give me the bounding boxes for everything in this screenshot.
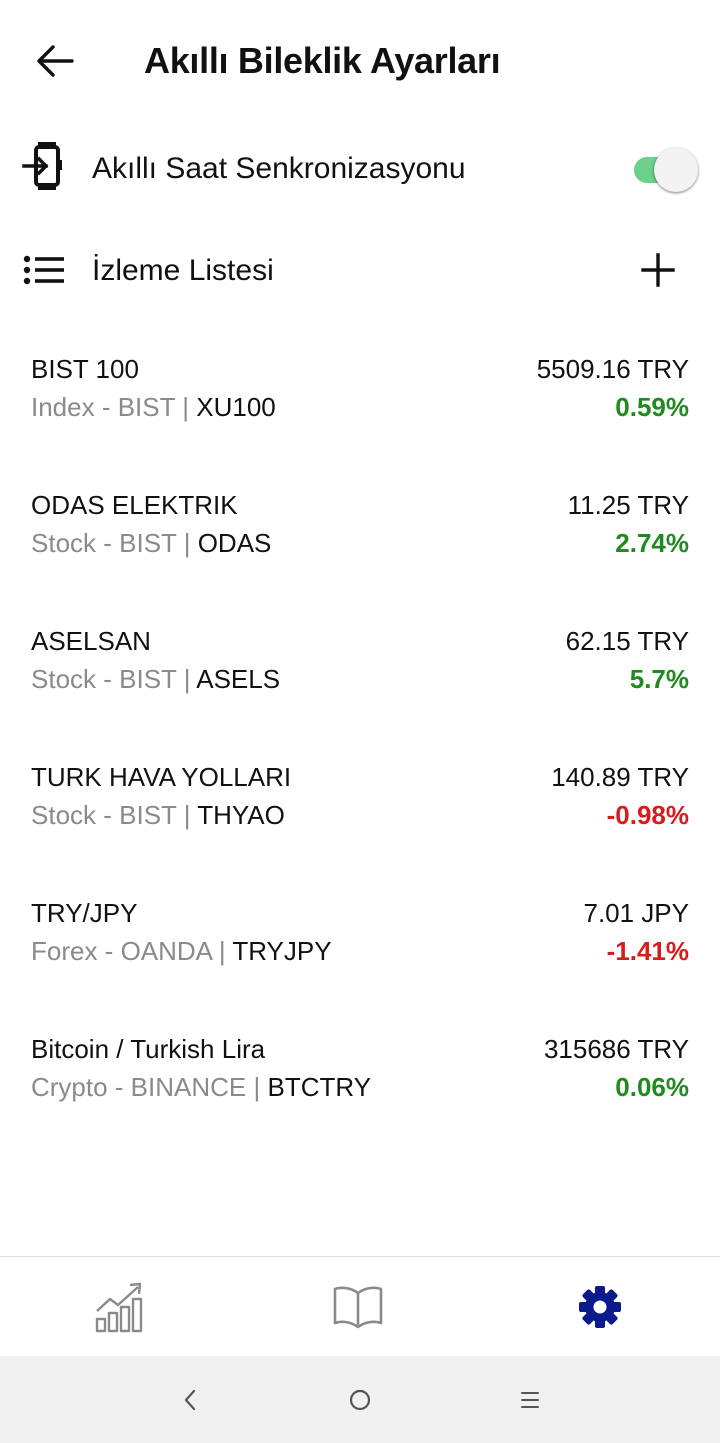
instrument-type: Forex - OANDA xyxy=(31,936,212,966)
list-item[interactable]: TURK HAVA YOLLARI Stock - BIST | THYAO 1… xyxy=(0,748,720,884)
instrument-name: Bitcoin / Turkish Lira xyxy=(31,1034,266,1064)
nav-guide-button[interactable] xyxy=(328,1277,388,1337)
system-back-button[interactable] xyxy=(168,1378,212,1422)
list-item[interactable]: Bitcoin / Turkish Lira Crypto - BINANCE … xyxy=(0,1020,720,1156)
watchlist: BIST 100 Index - BIST | XU100 5509.16 TR… xyxy=(0,340,720,1156)
instrument-symbol: ODAS xyxy=(197,528,272,558)
instrument-type: Crypto - BINANCE xyxy=(31,1072,247,1102)
instrument-symbol: THYAO xyxy=(197,800,285,830)
nav-markets-button[interactable] xyxy=(90,1277,150,1337)
meta-separator: | xyxy=(183,664,191,694)
home-icon xyxy=(349,1389,371,1411)
instrument-change: 0.06% xyxy=(615,1072,689,1102)
instrument-symbol: ASELS xyxy=(196,664,281,694)
instrument-symbol: BTCTRY xyxy=(267,1072,372,1102)
arrow-left-icon xyxy=(37,45,74,77)
instrument-type: Stock - BIST xyxy=(31,800,177,830)
sync-setting-row: Akıllı Saat Senkronizasyonu xyxy=(0,122,720,218)
meta-separator: | xyxy=(218,936,226,966)
back-icon xyxy=(184,1389,196,1411)
instrument-change: 2.74% xyxy=(615,528,689,558)
list-icon xyxy=(22,248,66,292)
instrument-name: ASELSAN xyxy=(31,626,151,656)
list-item[interactable]: BIST 100 Index - BIST | XU100 5509.16 TR… xyxy=(0,340,720,476)
instrument-change: -0.98% xyxy=(606,800,689,830)
page-title: Akıllı Bileklik Ayarları xyxy=(144,40,501,81)
instrument-meta: Stock - BIST | ODAS xyxy=(31,528,271,559)
instrument-name: TRY/JPY xyxy=(31,898,138,928)
instrument-price: 5509.16 TRY xyxy=(536,354,689,384)
instrument-type: Index - BIST xyxy=(31,392,176,422)
meta-separator: | xyxy=(183,528,191,558)
instrument-type: Stock - BIST xyxy=(31,664,177,694)
instrument-name: ODAS ELEKTRIK xyxy=(31,490,238,520)
meta-separator: | xyxy=(182,392,190,422)
instrument-price: 140.89 TRY xyxy=(551,762,689,792)
instrument-symbol: TRYJPY xyxy=(232,936,332,966)
instrument-meta: Stock - BIST | ASELS xyxy=(31,664,280,695)
list-item[interactable]: ODAS ELEKTRIK Stock - BIST | ODAS 11.25 … xyxy=(0,476,720,612)
system-navigation-bar xyxy=(0,1356,720,1443)
app-screen: Akıllı Bileklik Ayarları Akıllı Saat Sen… xyxy=(0,0,720,1443)
plus-icon xyxy=(641,253,675,287)
instrument-change: 5.7% xyxy=(629,664,689,694)
system-home-button[interactable] xyxy=(338,1378,382,1422)
list-item[interactable]: ASELSAN Stock - BIST | ASELS 62.15 TRY 5… xyxy=(0,612,720,748)
instrument-name: BIST 100 xyxy=(31,354,139,384)
instrument-meta: Stock - BIST | THYAO xyxy=(31,800,285,831)
instrument-price: 62.15 TRY xyxy=(565,626,689,656)
recents-icon xyxy=(521,1392,539,1408)
watchlist-header-row: İzleme Listesi xyxy=(0,222,720,318)
add-watchlist-button[interactable] xyxy=(634,246,682,294)
back-button[interactable] xyxy=(30,36,80,86)
meta-separator: | xyxy=(183,800,191,830)
instrument-type: Stock - BIST xyxy=(31,528,177,558)
sync-label: Akıllı Saat Senkronizasyonu xyxy=(92,152,466,185)
instrument-meta: Forex - OANDA | TRYJPY xyxy=(31,936,332,967)
app-header: Akıllı Bileklik Ayarları xyxy=(0,0,720,122)
instrument-change: 0.59% xyxy=(615,392,689,422)
toggle-thumb xyxy=(654,148,698,192)
watch-sync-icon xyxy=(22,142,66,190)
meta-separator: | xyxy=(253,1072,261,1102)
instrument-symbol: XU100 xyxy=(196,392,276,422)
instrument-meta: Crypto - BINANCE | BTCTRY xyxy=(31,1072,371,1103)
watchlist-label: İzleme Listesi xyxy=(92,254,274,287)
sync-toggle[interactable] xyxy=(632,148,698,192)
chart-growth-icon xyxy=(95,1282,143,1333)
instrument-price: 315686 TRY xyxy=(543,1034,689,1064)
system-recents-button[interactable] xyxy=(508,1378,552,1422)
bottom-navigation xyxy=(0,1256,720,1356)
book-icon xyxy=(333,1286,383,1329)
instrument-price: 7.01 JPY xyxy=(583,898,689,928)
instrument-meta: Index - BIST | XU100 xyxy=(31,392,276,423)
instrument-price: 11.25 TRY xyxy=(567,490,689,520)
instrument-change: -1.41% xyxy=(606,936,689,966)
gear-icon xyxy=(579,1286,621,1328)
list-item[interactable]: TRY/JPY Forex - OANDA | TRYJPY 7.01 JPY … xyxy=(0,884,720,1020)
nav-settings-button[interactable] xyxy=(570,1277,630,1337)
instrument-name: TURK HAVA YOLLARI xyxy=(31,762,292,792)
